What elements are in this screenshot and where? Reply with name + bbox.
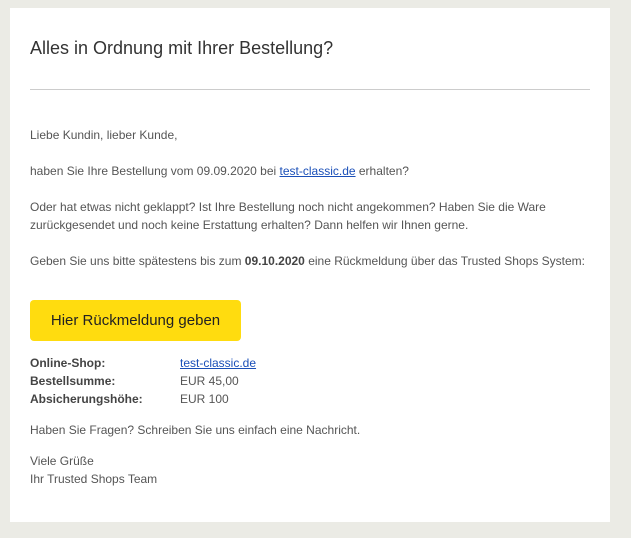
email-title: Alles in Ordnung mit Ihrer Bestellung? <box>30 38 334 58</box>
order-question-suffix: erhalten? <box>355 164 409 178</box>
feedback-button[interactable]: Hier Rückmeldung geben <box>30 300 241 341</box>
deadline-suffix: eine Rückmeldung über das Trusted Shops … <box>304 254 586 268</box>
detail-label: Absicherungshöhe: <box>30 392 143 406</box>
questions-text: Haben Sie Fragen? Schreiben Sie uns einf… <box>30 423 361 437</box>
signature: Ihr Trusted Shops Team <box>30 472 158 486</box>
email-card: Alles in Ordnung mit Ihrer Bestellung? L… <box>10 8 610 522</box>
detail-label: Bestellsumme: <box>30 374 116 388</box>
shop-link[interactable]: test-classic.de <box>280 164 356 178</box>
detail-row-total: Bestellsumme: EUR 45,00 <box>30 372 256 390</box>
detail-row-protection: Absicherungshöhe: EUR 100 <box>30 390 256 408</box>
closing: Viele Grüße <box>30 454 94 468</box>
order-question-prefix: haben Sie Ihre Bestellung vom 09.09.2020… <box>30 164 280 178</box>
detail-row-shop: Online-Shop: test-classic.de <box>30 354 256 372</box>
order-question: haben Sie Ihre Bestellung vom 09.09.2020… <box>30 162 595 180</box>
detail-label: Online-Shop: <box>30 356 106 370</box>
divider <box>30 89 590 90</box>
detail-value: EUR 100 <box>180 392 229 406</box>
deadline-prefix: Geben Sie uns bitte spätestens bis zum <box>30 254 245 268</box>
deadline-text: Geben Sie uns bitte spätestens bis zum 0… <box>30 252 585 270</box>
detail-shop-link[interactable]: test-classic.de <box>180 354 256 372</box>
deadline-date: 09.10.2020 <box>244 254 305 268</box>
detail-value: EUR 45,00 <box>180 374 239 388</box>
greeting: Liebe Kundin, lieber Kunde, <box>30 128 178 142</box>
problem-text: Oder hat etwas nicht geklappt? Ist Ihre … <box>30 200 546 232</box>
order-details: Online-Shop: test-classic.de Bestellsumm… <box>30 354 256 408</box>
